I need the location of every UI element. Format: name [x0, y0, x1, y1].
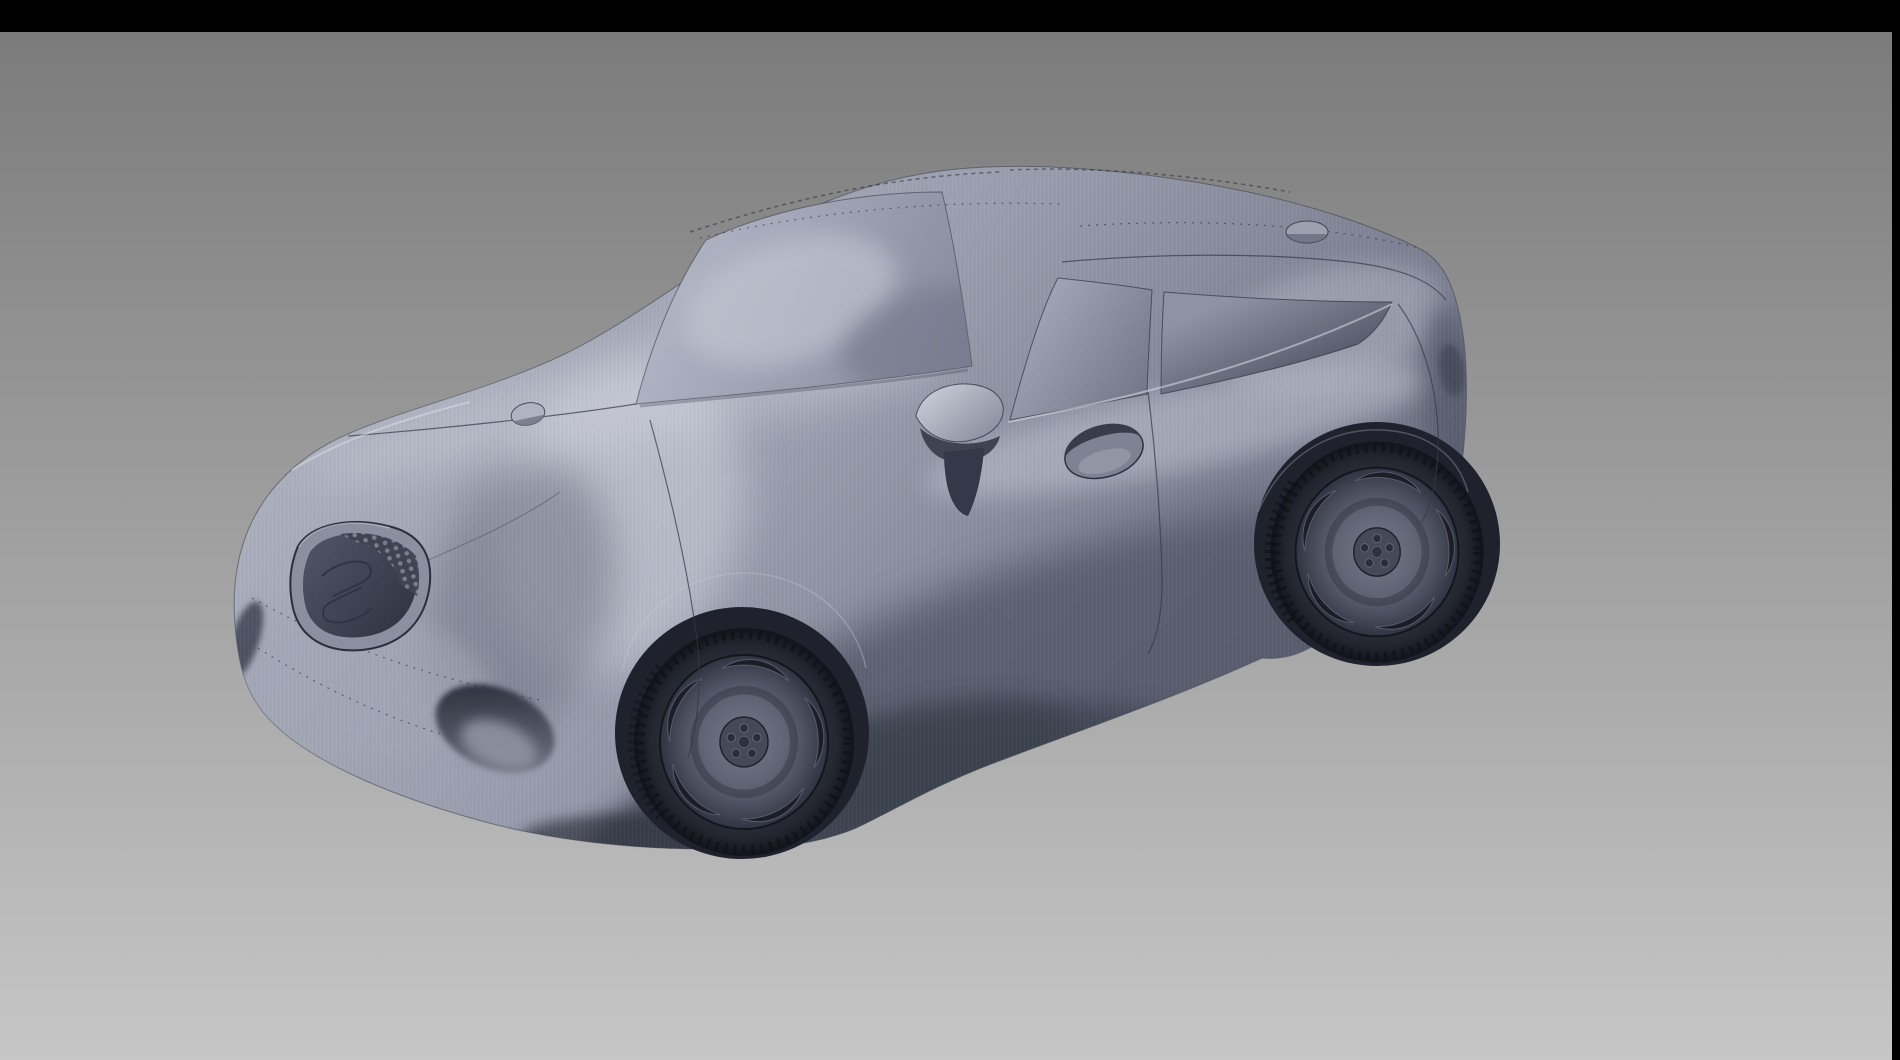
roof-antenna — [1286, 221, 1328, 243]
front-wheel[interactable] — [634, 628, 854, 856]
car-3d-render[interactable] — [0, 32, 1892, 1060]
screen — [0, 0, 1900, 1060]
rear-wheel[interactable] — [1270, 441, 1483, 662]
right-letterbox-bar — [1892, 32, 1900, 1060]
top-letterbox-bar — [0, 0, 1900, 32]
3d-viewport[interactable] — [0, 32, 1892, 1060]
